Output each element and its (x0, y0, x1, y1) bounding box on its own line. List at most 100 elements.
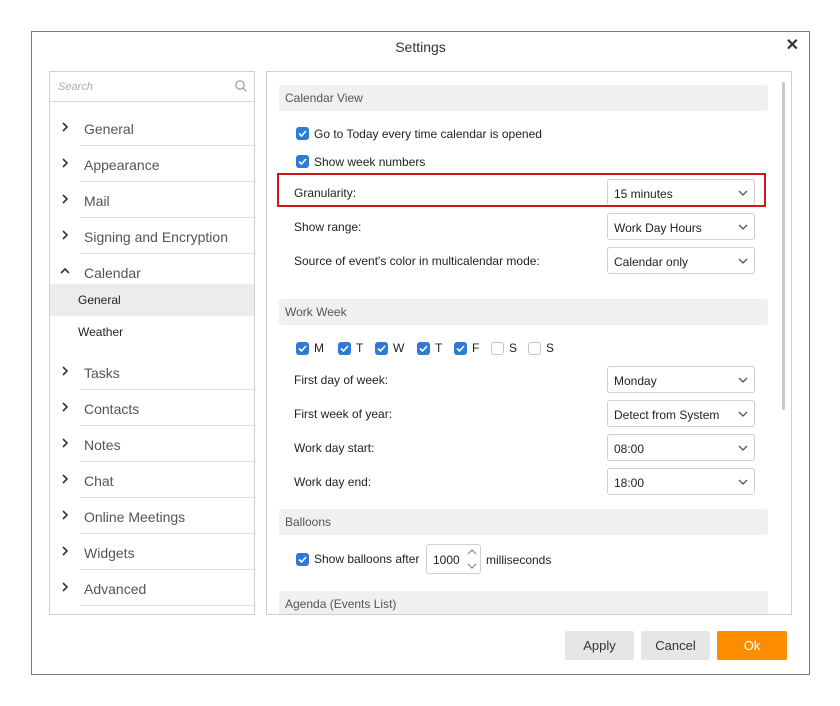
check-icon (377, 345, 386, 353)
chevron-right-icon (62, 230, 69, 240)
show-range-label: Show range: (294, 220, 362, 234)
apply-button[interactable]: Apply (565, 631, 634, 660)
day-end-label: Work day end: (294, 475, 372, 489)
first-week-label: First week of year: (294, 407, 393, 421)
day-label: F (472, 341, 480, 355)
day-start-label: Work day start: (294, 441, 375, 455)
sidebar-item-appearance[interactable]: Appearance (56, 146, 254, 182)
sidebar-subitem-label: General (78, 293, 121, 307)
search-icon[interactable] (234, 79, 248, 93)
chevron-down-icon (738, 445, 748, 451)
chevron-down-icon (738, 224, 748, 230)
chevron-right-icon (62, 366, 69, 376)
day-label: S (546, 341, 555, 355)
first-day-label: First day of week: (294, 373, 389, 387)
show-balloons-checkbox[interactable] (296, 553, 309, 566)
section-header-balloons: Balloons (279, 509, 768, 535)
check-icon (298, 345, 307, 353)
sidebar-item-general[interactable]: General (56, 110, 254, 146)
sidebar-item-widgets[interactable]: Widgets (56, 534, 254, 570)
day-checkbox-wed[interactable] (375, 342, 388, 355)
chevron-down-icon (738, 411, 748, 417)
chevron-right-icon (62, 582, 69, 592)
check-icon (419, 345, 428, 353)
sidebar-item-label: Signing and Encryption (84, 229, 228, 245)
show-week-numbers-label: Show week numbers (314, 155, 426, 169)
day-checkbox-sun[interactable] (528, 342, 541, 355)
sidebar-subitem-weather[interactable]: Weather (50, 316, 254, 348)
ok-button[interactable]: Ok (717, 631, 787, 660)
cancel-button[interactable]: Cancel (641, 631, 710, 660)
balloons-delay-value: 1000 (433, 553, 460, 567)
chevron-down-icon (738, 377, 748, 383)
goto-today-label: Go to Today every time calendar is opene… (314, 127, 542, 141)
sidebar-item-label: General (84, 121, 134, 137)
day-checkbox-sat[interactable] (491, 342, 504, 355)
chevron-up-icon[interactable] (467, 549, 477, 555)
search-input[interactable] (56, 80, 230, 94)
section-title: Work Week (285, 305, 347, 319)
sidebar-item-label: Advanced (84, 581, 147, 597)
chevron-right-icon (62, 474, 69, 484)
section-title: Calendar View (285, 91, 363, 105)
chevron-down-icon (738, 479, 748, 485)
show-range-select[interactable]: Work Day Hours (607, 213, 755, 240)
sidebar-item-advanced[interactable]: Advanced (56, 570, 254, 606)
chevron-right-icon (62, 546, 69, 556)
chevron-down-icon[interactable] (467, 563, 477, 569)
first-week-select[interactable]: Detect from System (607, 400, 755, 427)
settings-dialog: Settings ✕ General Appearance Mail Signi… (31, 31, 810, 675)
chevron-right-icon (62, 158, 69, 168)
day-label: T (435, 341, 443, 355)
first-day-select[interactable]: Monday (607, 366, 755, 393)
section-title: Agenda (Events List) (285, 597, 397, 611)
day-start-select[interactable]: 08:00 (607, 434, 755, 461)
section-header-agenda: Agenda (Events List) (279, 591, 768, 614)
day-label: S (509, 341, 518, 355)
chevron-right-icon (62, 122, 69, 132)
scrollbar-thumb[interactable] (782, 82, 785, 410)
check-icon (456, 345, 465, 353)
day-checkbox-thu[interactable] (417, 342, 430, 355)
sidebar-subitem-general[interactable]: General (50, 284, 254, 316)
search-box (50, 72, 254, 102)
sidebar-item-signing[interactable]: Signing and Encryption (56, 218, 254, 254)
show-range-value: Work Day Hours (614, 221, 702, 235)
chevron-right-icon (62, 438, 69, 448)
event-color-value: Calendar only (614, 255, 689, 269)
sidebar-subitem-label: Weather (78, 325, 124, 339)
highlight-box (277, 173, 766, 207)
dialog-title: Settings (395, 39, 446, 55)
check-icon (298, 130, 307, 138)
show-balloons-label: Show balloons after (314, 552, 420, 566)
sidebar-item-mail[interactable]: Mail (56, 182, 254, 218)
check-icon (340, 345, 349, 353)
event-color-select[interactable]: Calendar only (607, 247, 755, 274)
chevron-right-icon (62, 510, 69, 520)
sidebar-item-tasks[interactable]: Tasks (56, 354, 254, 390)
chevron-up-icon (60, 267, 70, 274)
sidebar-item-chat[interactable]: Chat (56, 462, 254, 498)
sidebar-item-label: Widgets (84, 545, 135, 561)
sidebar-item-online-meetings[interactable]: Online Meetings (56, 498, 254, 534)
sidebar-item-notes[interactable]: Notes (56, 426, 254, 462)
show-week-numbers-checkbox[interactable] (296, 155, 309, 168)
sidebar-item-contacts[interactable]: Contacts (56, 390, 254, 426)
day-start-value: 08:00 (614, 442, 645, 456)
chevron-right-icon (62, 402, 69, 412)
first-week-value: Detect from System (614, 408, 720, 422)
balloons-delay-stepper[interactable]: 1000 (426, 544, 481, 574)
day-end-select[interactable]: 18:00 (607, 468, 755, 495)
day-label: M (314, 341, 324, 355)
event-color-label: Source of event's color in multicalendar… (294, 254, 540, 268)
close-icon[interactable]: ✕ (786, 35, 799, 57)
goto-today-checkbox[interactable] (296, 127, 309, 140)
day-label: W (393, 341, 405, 355)
day-checkbox-mon[interactable] (296, 342, 309, 355)
day-checkbox-tue[interactable] (338, 342, 351, 355)
sidebar-item-label: Mail (84, 193, 110, 209)
day-checkbox-fri[interactable] (454, 342, 467, 355)
sidebar-item-label: Online Meetings (84, 509, 186, 525)
settings-panel: Calendar View Go to Today every time cal… (266, 71, 792, 615)
day-label: T (356, 341, 364, 355)
